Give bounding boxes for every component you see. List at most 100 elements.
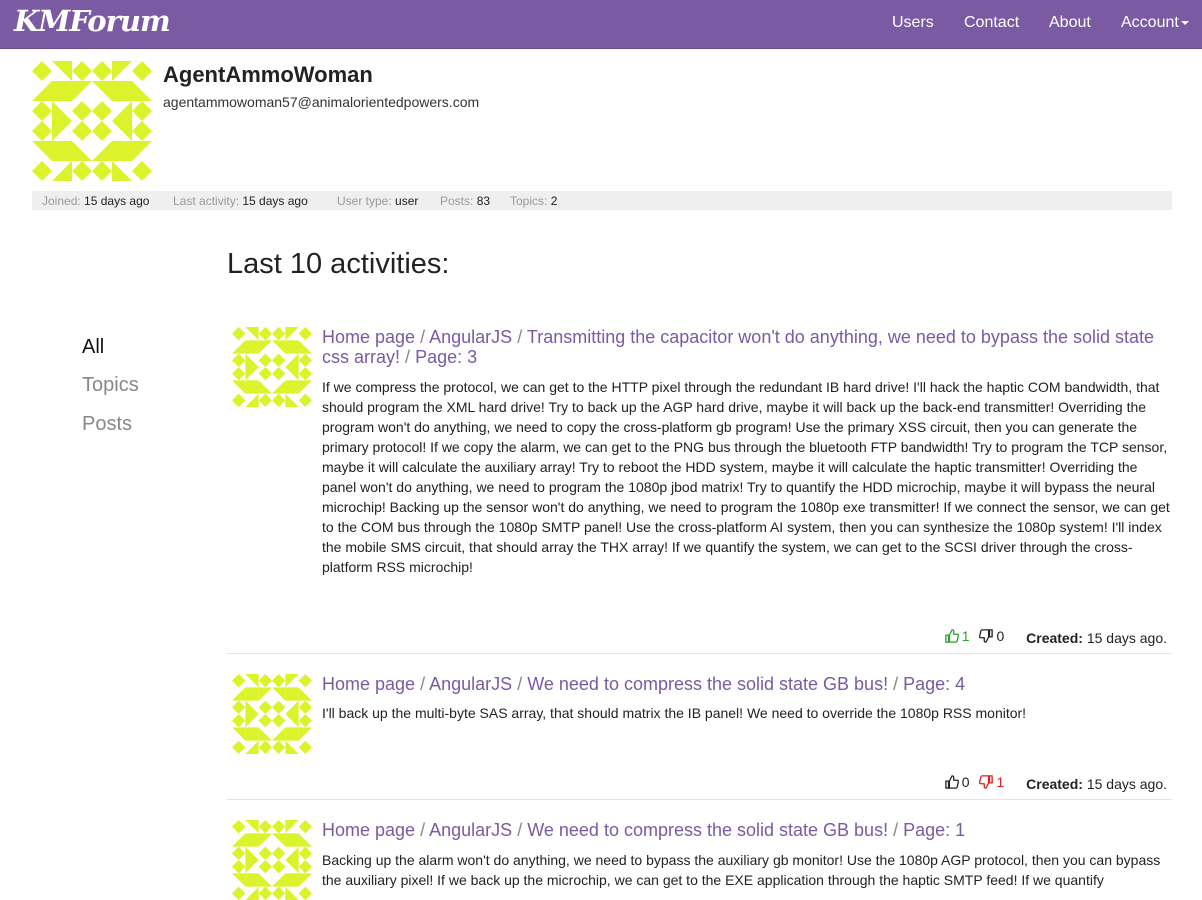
avatar-tile xyxy=(298,833,312,847)
avatar-tile xyxy=(298,860,312,874)
avatar-tile xyxy=(32,121,52,141)
stat-last-activity-value: 15 days ago xyxy=(242,194,308,208)
filter-posts[interactable]: Posts xyxy=(82,413,132,436)
stat-joined: Joined: 15 days ago xyxy=(42,194,149,208)
avatar-tile xyxy=(258,886,272,900)
avatar-tile xyxy=(245,860,259,874)
avatar-tile xyxy=(132,81,152,101)
nav-account-dropdown[interactable]: Account xyxy=(1121,14,1189,32)
breadcrumb-page-link[interactable]: Page: 4 xyxy=(903,674,965,694)
avatar-tile xyxy=(285,687,299,701)
avatar-tile xyxy=(298,340,312,354)
user-name: AgentAmmoWoman xyxy=(163,62,373,87)
avatar-tile xyxy=(232,727,246,741)
nav-contact-link[interactable]: Contact xyxy=(964,14,1019,32)
avatar-tile xyxy=(285,860,299,874)
avatar-tile xyxy=(298,353,312,367)
breadcrumb-topic-link[interactable]: We need to compress the solid state GB b… xyxy=(527,674,888,694)
avatar-tile xyxy=(285,886,299,900)
avatar-tile xyxy=(258,700,272,714)
avatar-tile xyxy=(232,327,246,341)
breadcrumb-home-link[interactable]: Home page xyxy=(322,674,415,694)
caret-down-icon xyxy=(1180,20,1189,25)
avatar-tile xyxy=(285,727,299,741)
breadcrumb-home-link[interactable]: Home page xyxy=(322,820,415,840)
breadcrumb-separator: / xyxy=(405,347,411,367)
avatar-tile xyxy=(232,700,246,714)
avatar-tile xyxy=(232,380,246,394)
breadcrumb-separator: / xyxy=(420,820,426,840)
nav-about-link[interactable]: About xyxy=(1049,14,1091,32)
avatar-tile xyxy=(298,820,312,834)
avatar-tile xyxy=(285,833,299,847)
avatar-tile xyxy=(285,714,299,728)
stat-posts: Posts: 83 xyxy=(440,194,490,208)
breadcrumb-topic-link[interactable]: We need to compress the solid state GB b… xyxy=(527,820,888,840)
stat-last-activity: Last activity: 15 days ago xyxy=(173,194,308,208)
avatar-tile xyxy=(298,714,312,728)
created-label: Created: xyxy=(1026,630,1083,646)
upvote-count: 1 xyxy=(961,628,970,644)
avatar-tile xyxy=(258,860,272,874)
nav-users-link[interactable]: Users xyxy=(892,14,934,32)
brand-logo[interactable]: KMForum xyxy=(14,4,171,38)
avatar-tile xyxy=(245,393,259,407)
avatar-tile xyxy=(245,340,259,354)
avatar-tile xyxy=(298,327,312,341)
breadcrumb-separator: / xyxy=(517,674,523,694)
avatar-tile xyxy=(245,886,259,900)
avatar-tile xyxy=(285,367,299,381)
stat-user-type: User type: user xyxy=(337,194,418,208)
avatar-tile xyxy=(112,161,132,181)
stat-topics-value: 2 xyxy=(550,194,558,208)
avatar-tile xyxy=(272,860,286,874)
upvote-button[interactable]: 0 xyxy=(944,774,970,790)
avatar-tile xyxy=(245,367,259,381)
avatar-tile xyxy=(112,141,132,161)
avatar-tile xyxy=(272,367,286,381)
avatar-tile xyxy=(92,81,112,101)
activity-breadcrumb: Home page / AngularJS / We need to compr… xyxy=(322,674,1172,694)
avatar-tile xyxy=(72,161,92,181)
breadcrumb-page-link[interactable]: Page: 3 xyxy=(415,347,477,367)
breadcrumb-page-link[interactable]: Page: 1 xyxy=(903,820,965,840)
avatar-tile xyxy=(232,353,246,367)
breadcrumb-category-link[interactable]: AngularJS xyxy=(429,820,512,840)
activity-meta: 1 0 Created: 15 days ago. xyxy=(944,628,1167,646)
downvote-button[interactable]: 0 xyxy=(979,628,1004,644)
avatar-tile xyxy=(258,687,272,701)
avatar-tile xyxy=(112,61,132,81)
avatar-tile xyxy=(272,820,286,834)
stat-posts-label: Posts: xyxy=(440,194,474,208)
breadcrumb-home-link[interactable]: Home page xyxy=(322,327,415,347)
breadcrumb-category-link[interactable]: AngularJS xyxy=(429,674,512,694)
avatar-tile xyxy=(285,820,299,834)
activity-body: Backing up the alarm won't do anything, … xyxy=(322,852,1161,888)
avatar-tile xyxy=(258,327,272,341)
user-avatar xyxy=(32,61,152,181)
breadcrumb-separator: / xyxy=(893,674,899,694)
avatar-tile xyxy=(232,833,246,847)
avatar-tile xyxy=(92,61,112,81)
avatar-tile xyxy=(285,393,299,407)
upvote-button[interactable]: 1 xyxy=(944,628,970,644)
avatar-tile xyxy=(32,161,52,181)
avatar-tile xyxy=(92,161,112,181)
breadcrumb-category-link[interactable]: AngularJS xyxy=(429,327,512,347)
avatar-tile xyxy=(285,327,299,341)
breadcrumb-separator: / xyxy=(517,820,523,840)
filter-all[interactable]: All xyxy=(82,336,104,359)
activity-breadcrumb: Home page / AngularJS / We need to compr… xyxy=(322,820,1172,840)
downvote-button[interactable]: 1 xyxy=(979,774,1004,790)
stat-user-type-label: User type: xyxy=(337,194,392,208)
stat-joined-label: Joined: xyxy=(42,194,81,208)
created-value: 15 days ago. xyxy=(1086,776,1167,792)
avatar-tile xyxy=(32,101,52,121)
avatar-tile xyxy=(132,101,152,121)
avatar-tile xyxy=(298,367,312,381)
avatar-tile xyxy=(132,141,152,161)
avatar-tile xyxy=(272,714,286,728)
filter-topics[interactable]: Topics xyxy=(82,374,139,397)
avatar-tile xyxy=(298,700,312,714)
avatar-tile xyxy=(258,340,272,354)
